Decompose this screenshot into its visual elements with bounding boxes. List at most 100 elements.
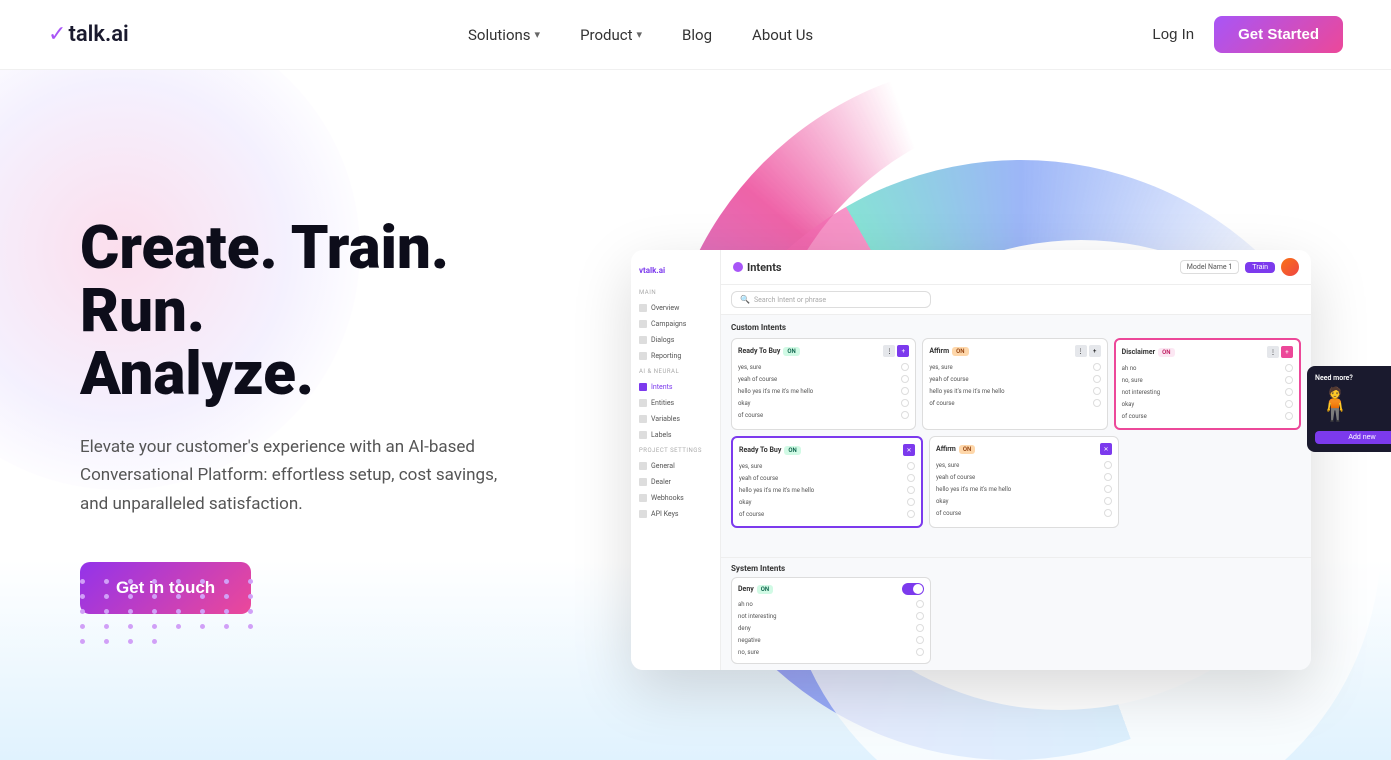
dot [80,579,85,584]
intent-action-settings[interactable]: ⋮ [1075,345,1087,357]
intent-item: deny [738,622,924,634]
nav-actions: Log In Get Started [1152,16,1343,53]
get-started-button[interactable]: Get Started [1214,16,1343,53]
add-new-button[interactable]: Add new [1315,431,1391,444]
sidebar-item-intents[interactable]: Intents [631,379,720,395]
intent-item: okay [1122,398,1293,410]
system-intent-toggle[interactable] [902,583,924,595]
dot [200,624,205,629]
intent-item: yes, sure [739,460,915,472]
apikeys-icon [639,510,647,518]
intent-badge: ON [952,347,968,356]
dot [128,624,133,629]
sidebar-item-variables[interactable]: Variables [631,411,720,427]
search-icon: 🔍 [740,295,750,304]
intent-item: of course [1122,410,1293,422]
overview-icon [639,304,647,312]
intent-card-header: Affirm ON ⋮ + [929,345,1100,357]
custom-intents-title: Custom Intents [731,323,1301,332]
intent-item: okay [936,495,1112,507]
intent-action-settings[interactable]: ✕ [903,444,915,456]
dot [248,594,253,599]
dot [104,609,109,614]
dot [104,594,109,599]
dot [104,624,109,629]
sidebar-item-dealer[interactable]: Dealer [631,474,720,490]
dot [80,609,85,614]
nav-blog[interactable]: Blog [682,26,712,44]
sidebar-item-general[interactable]: General [631,458,720,474]
intents-grid: Custom Intents Ready To Buy ON ⋮ [721,315,1311,557]
intent-actions: ⋮ + [1267,346,1293,358]
system-intents-title: System Intents [731,564,1301,573]
intent-action-settings[interactable]: ⋮ [883,345,895,357]
login-button[interactable]: Log In [1152,26,1194,43]
dot [128,594,133,599]
sidebar-item-webhooks[interactable]: Webhooks [631,490,720,506]
intents-icon [639,383,647,391]
intent-action-add[interactable]: + [897,345,909,357]
intent-action-settings[interactable]: ⋮ [1267,346,1279,358]
intent-item: hello yes it's me it's me hello [929,385,1100,397]
intent-name: Ready To Buy [738,347,780,355]
reporting-icon [639,352,647,360]
sidebar-item-reporting[interactable]: Reporting [631,348,720,364]
app-topbar-title: Intents [733,261,782,274]
sidebar-item-dialogs[interactable]: Dialogs [631,332,720,348]
intent-item: yeah of course [936,471,1112,483]
intent-item: hello yes it's me it's me hello [738,385,909,397]
nav-product[interactable]: Product ▾ [580,26,642,44]
intent-card-ready-to-buy-2[interactable]: Ready To Buy ON ✕ yes, sure yeah of cour… [731,436,923,528]
hero-section: Create. Train. Run. Analyze. Elevate you… [0,70,1391,760]
intent-card-header: Disclaimer ON ⋮ + [1122,346,1293,358]
dot [224,624,229,629]
logo[interactable]: ✓ talk.ai [48,22,129,47]
hero-right: vtalk.ai MAIN Overview Campaigns Dialogs… [611,70,1391,760]
sidebar-item-campaigns[interactable]: Campaigns [631,316,720,332]
need-more-title: Need more? [1315,374,1391,382]
need-more-figure: 🧍 [1315,388,1391,420]
intent-item: yeah of course [929,373,1100,385]
navbar: ✓ talk.ai Solutions ▾ Product ▾ Blog Abo… [0,0,1391,70]
dot [80,639,85,644]
dot [104,579,109,584]
intent-item: hello yes it's me it's me hello [936,483,1112,495]
intent-card-affirm-2[interactable]: Affirm ON ✕ yes, sure yeah of course hel… [929,436,1119,528]
system-intent-name: Deny [738,585,754,593]
chevron-down-icon: ▾ [535,28,541,41]
entities-icon [639,399,647,407]
dot [80,594,85,599]
dot [176,594,181,599]
dot [152,639,157,644]
sidebar-item-labels[interactable]: Labels [631,427,720,443]
sidebar-item-entities[interactable]: Entities [631,395,720,411]
intent-item: yes, sure [738,361,909,373]
intent-item: of course [936,507,1112,519]
search-input[interactable]: 🔍 Search Intent or phrase [731,291,931,308]
nav-about[interactable]: About Us [752,26,813,44]
intent-badge: ON [1158,348,1174,357]
intent-action-settings[interactable]: ✕ [1100,443,1112,455]
sidebar-item-overview[interactable]: Overview [631,300,720,316]
intent-row-2: Ready To Buy ON ✕ yes, sure yeah of cour… [731,436,1301,528]
intent-item: ah no [1122,362,1293,374]
system-intent-card-deny[interactable]: Deny ON ah no not interesting deny negat… [731,577,931,664]
intent-action-add[interactable]: + [1089,345,1101,357]
toggle-thumb [913,584,923,594]
sidebar-project-label: PROJECT SETTINGS [631,443,720,458]
model-select[interactable]: Model Name 1 [1180,260,1240,274]
intent-name: Disclaimer [1122,348,1156,356]
intent-action-add[interactable]: + [1281,346,1293,358]
intent-item: yes, sure [929,361,1100,373]
intent-item: ah no [738,598,924,610]
intent-name: Affirm [936,445,956,453]
dot [128,609,133,614]
intent-actions: ✕ [903,444,915,456]
intent-card-disclaimer[interactable]: Disclaimer ON ⋮ + ah no no, sure not i [1114,338,1301,430]
sidebar-item-apikeys[interactable]: API Keys [631,506,720,522]
intent-card-ready-to-buy[interactable]: Ready To Buy ON ⋮ + yes, sure yeah of co… [731,338,916,430]
placeholder [1125,436,1301,528]
intent-card-affirm[interactable]: Affirm ON ⋮ + yes, sure yeah of course [922,338,1107,430]
train-button[interactable]: Train [1245,262,1275,273]
nav-solutions[interactable]: Solutions ▾ [468,26,540,44]
